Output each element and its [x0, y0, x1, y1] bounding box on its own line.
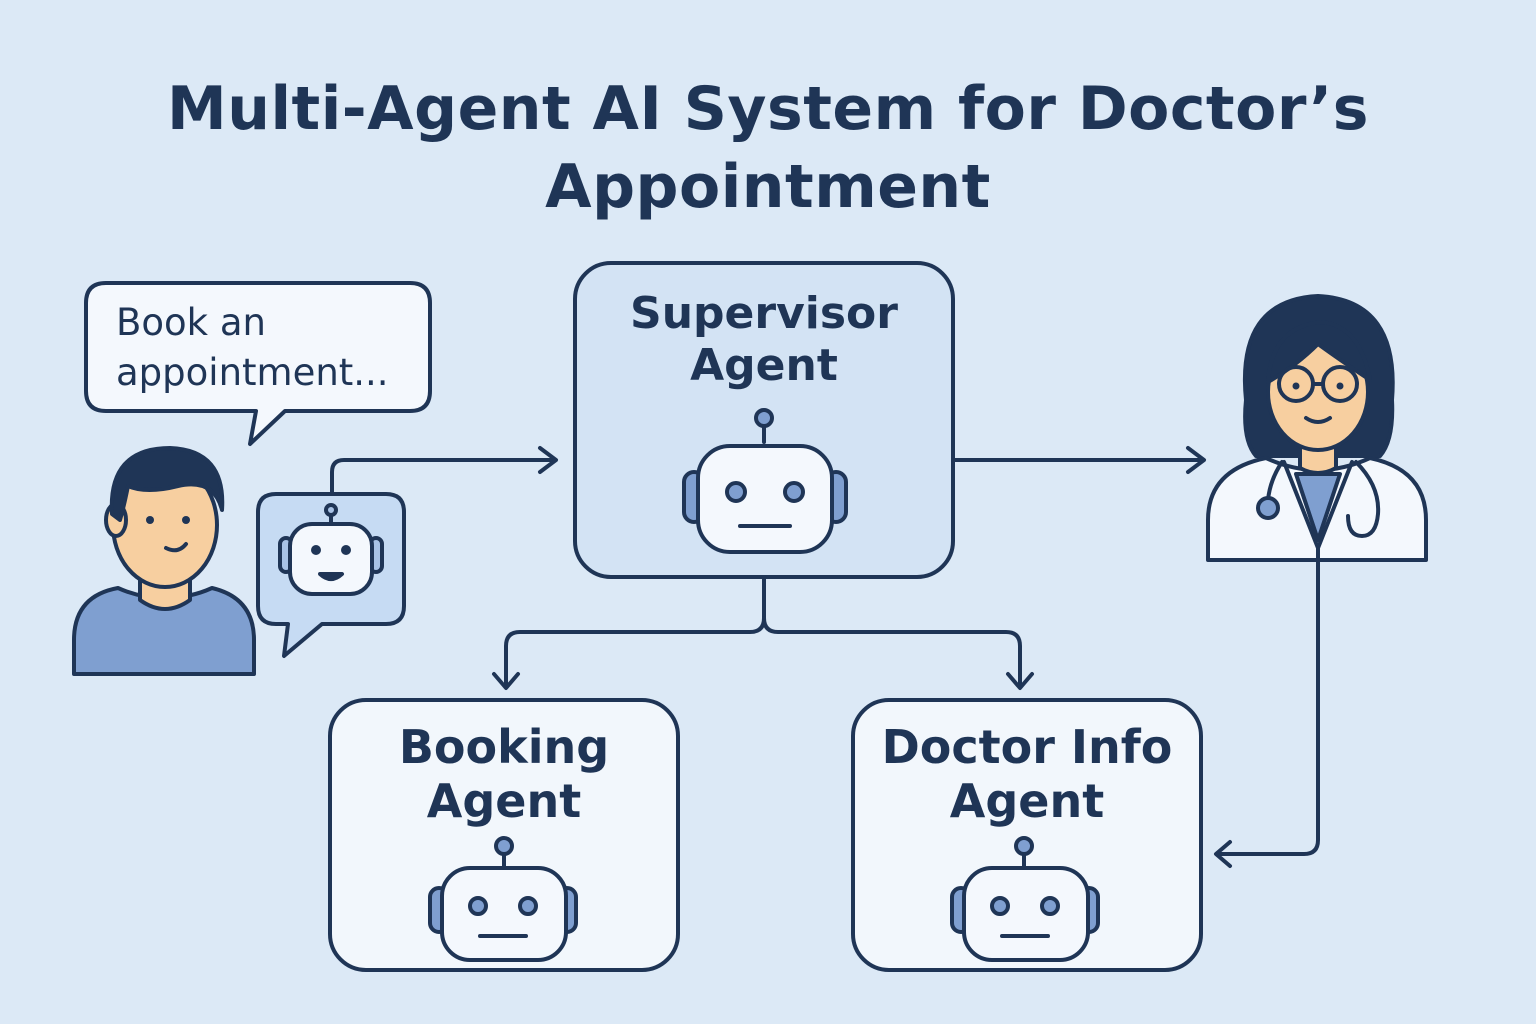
supervisor-agent-label: Supervisor Agent	[575, 288, 953, 392]
chatbot-bubble-icon	[256, 492, 406, 658]
doctor-info-label-line-2: Agent	[949, 774, 1105, 828]
doctor-info-label-line-1: Doctor Info	[881, 720, 1173, 774]
diagram-canvas	[72, 261, 1428, 972]
arrow-supervisor-to-booking	[504, 576, 766, 688]
doctor-info-agent-label: Doctor Info Agent	[853, 720, 1201, 828]
user-bubble-line-1: Book an	[116, 301, 266, 344]
doctor-person-icon	[1206, 294, 1428, 562]
supervisor-label-line-2: Agent	[690, 340, 838, 391]
arrow-user-to-supervisor	[330, 458, 554, 496]
arrow-supervisor-to-doctor-info	[762, 616, 1022, 688]
booking-label-line-2: Agent	[426, 774, 582, 828]
booking-label-line-1: Booking	[398, 720, 610, 774]
supervisor-label-line-1: Supervisor	[630, 288, 898, 339]
user-bubble-line-2: appointment...	[116, 351, 389, 394]
arrow-doctor-to-doctor-info	[1216, 560, 1320, 856]
user-person-icon	[72, 446, 256, 676]
user-bubble-text: Book an appointment...	[116, 298, 426, 398]
booking-agent-label: Booking Agent	[330, 720, 678, 828]
